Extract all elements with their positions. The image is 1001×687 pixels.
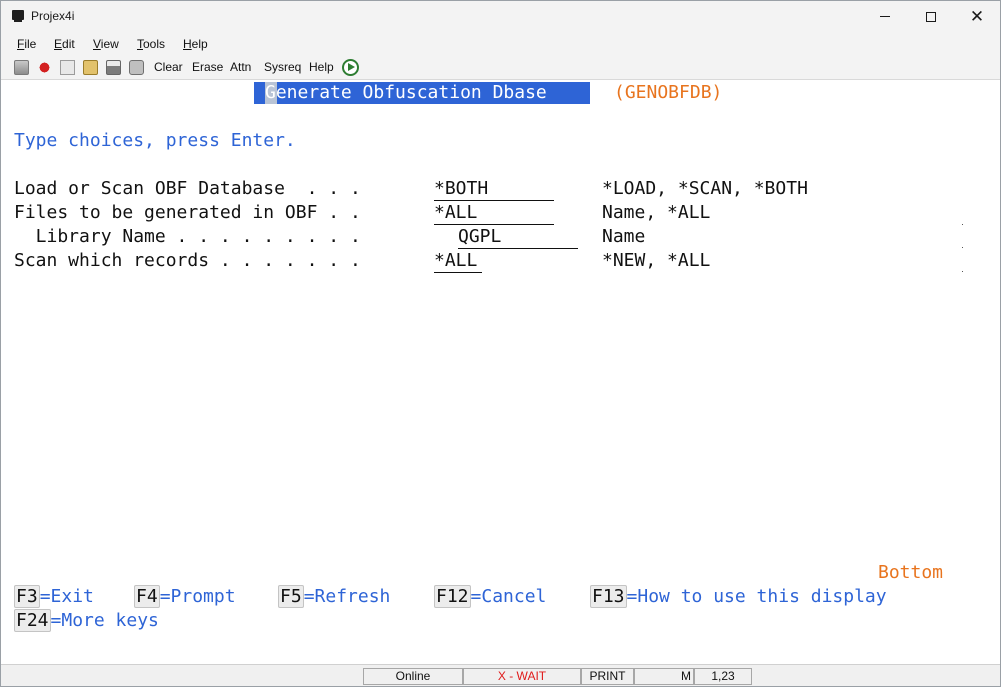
- fkey-f5-key: F5: [278, 585, 304, 608]
- status-bar: Online X - WAIT PRINT M 1,23: [1, 664, 1000, 686]
- erase-button[interactable]: Erase: [192, 60, 223, 74]
- field-label-scan: Scan which records . . . . . . .: [14, 250, 361, 271]
- fkey-f5-desc: =Refresh: [303, 586, 391, 607]
- screen-title-rest: enerate Obfuscation Dbase: [275, 82, 547, 103]
- menu-help-accelerator: H: [183, 37, 192, 51]
- fkey-f24[interactable]: F24 =More keys: [14, 609, 159, 632]
- field-hint-load-scan: *LOAD, *SCAN, *BOTH: [602, 178, 808, 199]
- screen-title: Generate Obfuscation Dbase: [265, 82, 547, 104]
- fkey-f24-key: F24: [14, 609, 51, 632]
- menu-tools[interactable]: Tools: [137, 37, 165, 51]
- sysreq-button[interactable]: Sysreq: [264, 60, 301, 74]
- close-button[interactable]: ✕: [954, 1, 1000, 32]
- fkey-f5[interactable]: F5 =Refresh: [278, 585, 391, 608]
- field-hint-scan: *NEW, *ALL: [602, 250, 711, 271]
- fkey-f24-desc: =More keys: [50, 610, 159, 631]
- status-mode: M: [634, 668, 694, 685]
- library-input[interactable]: QGPL: [458, 226, 578, 249]
- menu-edit-accelerator: E: [54, 37, 63, 51]
- fkey-f4-desc: =Prompt: [159, 586, 236, 607]
- status-print: PRINT: [581, 668, 634, 685]
- menu-file-label: ile: [24, 37, 37, 51]
- maximize-icon: [926, 11, 936, 22]
- screen-dot: [962, 271, 963, 272]
- screenshot-icon[interactable]: [129, 60, 144, 75]
- toolbar: Clear Erase Attn Sysreq Help: [1, 55, 1000, 80]
- clear-button[interactable]: Clear: [154, 60, 183, 74]
- scan-input[interactable]: *ALL: [434, 250, 482, 273]
- fkey-f4[interactable]: F4 =Prompt: [134, 585, 236, 608]
- fkey-f3-desc: =Exit: [39, 586, 94, 607]
- menu-file[interactable]: File: [17, 37, 36, 51]
- print-icon[interactable]: [106, 60, 121, 75]
- screen-dot: [962, 224, 963, 225]
- maximize-button[interactable]: [908, 1, 954, 32]
- field-label-load-scan: Load or Scan OBF Database . . .: [14, 178, 361, 199]
- close-icon: ✕: [969, 6, 985, 26]
- more-indicator: Bottom: [878, 562, 944, 583]
- menu-tools-label: ools: [143, 37, 166, 51]
- disconnect-icon[interactable]: [14, 60, 29, 75]
- screen-title-first-char: G: [265, 82, 276, 103]
- paste-icon[interactable]: [83, 60, 98, 75]
- fkey-f13[interactable]: F13 =How to use this display: [590, 585, 887, 608]
- fkey-f12-key: F12: [434, 585, 471, 608]
- menu-edit-label: dit: [62, 37, 75, 51]
- status-cursor-position: 1,23: [694, 668, 752, 685]
- menu-bar: File Edit View Tools Help: [1, 32, 1000, 55]
- fkey-f3-key: F3: [14, 585, 40, 608]
- field-hint-files: Name, *ALL: [602, 202, 711, 223]
- menu-edit[interactable]: Edit: [54, 37, 75, 51]
- screen-dot: [962, 247, 963, 248]
- fkey-f13-desc: =How to use this display: [626, 586, 887, 607]
- field-hint-library: Name: [602, 226, 646, 247]
- attn-button[interactable]: Attn: [230, 60, 251, 74]
- fkey-f3[interactable]: F3 =Exit: [14, 585, 94, 608]
- terminal-app-icon: [12, 10, 24, 22]
- load-scan-input[interactable]: *BOTH: [434, 178, 554, 201]
- minimize-icon: [880, 16, 890, 17]
- field-label-library: Library Name . . . . . . . . .: [14, 226, 361, 247]
- instruction-text: Type choices, press Enter.: [14, 130, 296, 151]
- stop-icon[interactable]: [37, 60, 52, 75]
- fkey-f13-key: F13: [590, 585, 627, 608]
- status-online: Online: [363, 668, 463, 685]
- menu-help-label: elp: [191, 37, 208, 51]
- menu-help[interactable]: Help: [183, 37, 208, 51]
- help-button[interactable]: Help: [309, 60, 334, 74]
- fkey-f12[interactable]: F12 =Cancel: [434, 585, 547, 608]
- play-icon[interactable]: [342, 59, 359, 76]
- copy-icon[interactable]: [60, 60, 75, 75]
- fkey-f12-desc: =Cancel: [470, 586, 547, 607]
- title-bar: Projex4i ✕: [1, 1, 1000, 32]
- field-label-files: Files to be generated in OBF . .: [14, 202, 361, 223]
- fkey-f4-key: F4: [134, 585, 160, 608]
- minimize-button[interactable]: [862, 1, 908, 32]
- status-wait: X - WAIT: [463, 668, 581, 685]
- window-title: Projex4i: [31, 9, 75, 23]
- terminal-screen[interactable]: Generate Obfuscation Dbase (GENOBFDB) Ty…: [1, 81, 1000, 664]
- program-name: (GENOBFDB): [614, 82, 723, 103]
- terminal-window: Projex4i ✕ File Edit View Tools Help Cle…: [0, 0, 1001, 687]
- menu-view-accelerator: V: [93, 37, 101, 51]
- menu-view-label: iew: [100, 37, 119, 51]
- files-input[interactable]: *ALL: [434, 202, 554, 225]
- menu-view[interactable]: View: [93, 37, 119, 51]
